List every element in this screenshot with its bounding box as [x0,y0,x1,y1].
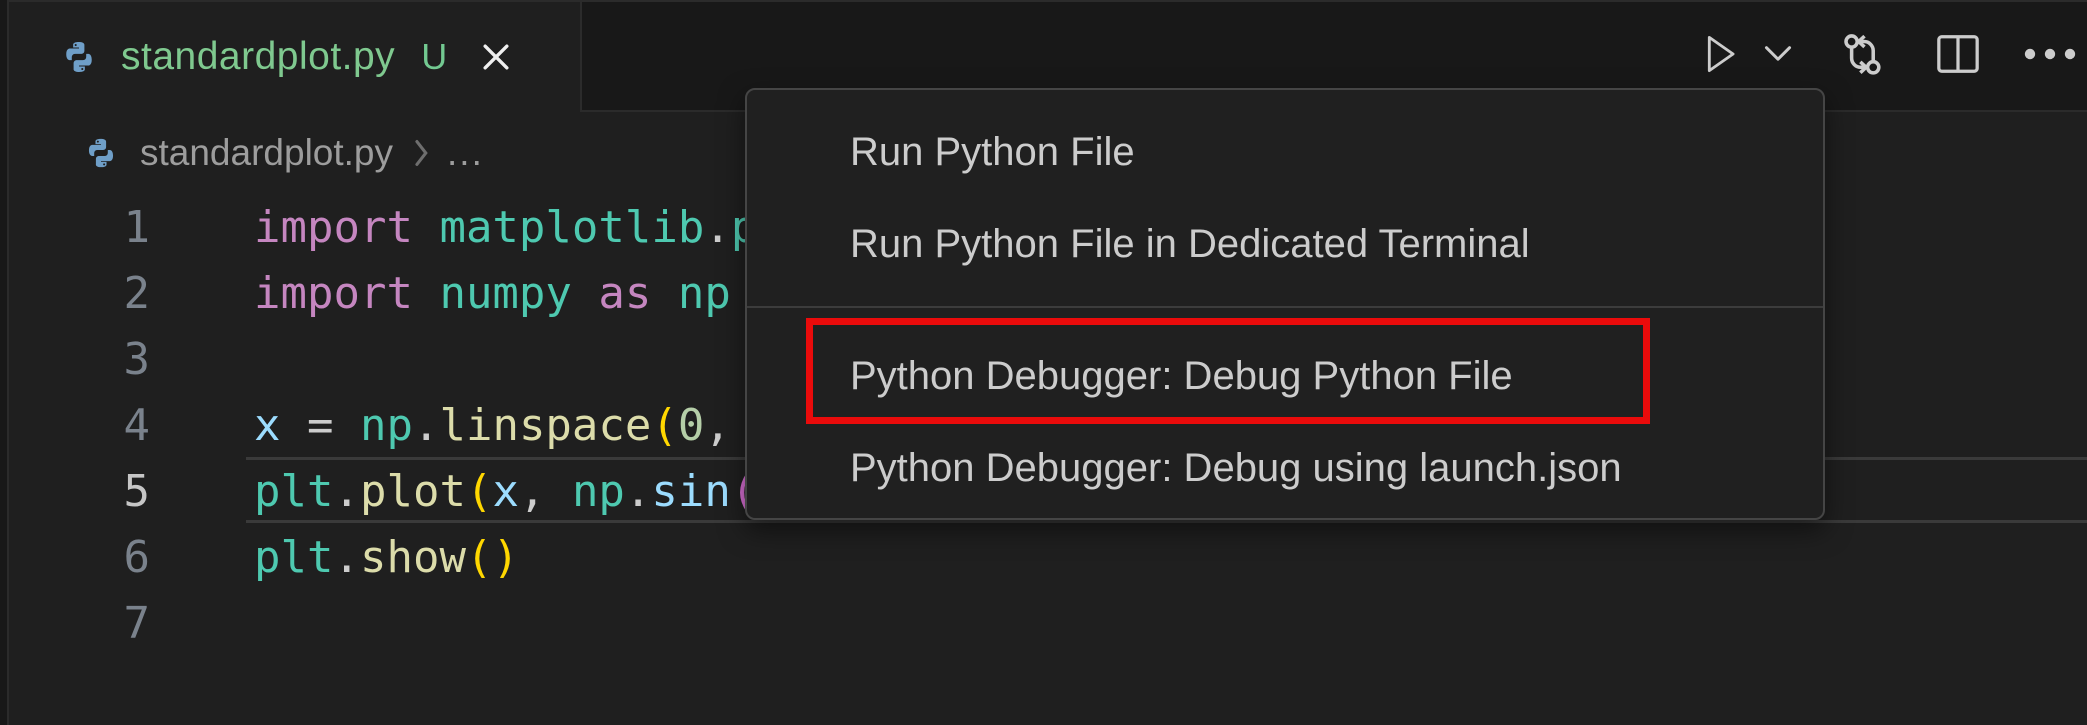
split-editor-icon[interactable] [1933,31,1983,77]
code-text [150,334,254,385]
menu-item-python-debugger-debug-using-launch-json[interactable]: Python Debugger: Debug using launch.json [747,422,1823,514]
code-line-7[interactable]: 7 [0,591,2087,657]
code-text: import numpy as np [150,268,731,319]
line-number[interactable]: 3 [0,327,150,393]
line-number[interactable]: 5 [0,459,150,525]
code-text: x = np.linspace(0, [150,400,731,451]
code-text [150,598,254,649]
line-number[interactable]: 2 [0,261,150,327]
menu-item-run-python-file[interactable]: Run Python File [747,106,1823,198]
open-changes-icon[interactable] [1837,27,1887,81]
code-text: plt.show() [150,532,519,583]
line-number[interactable]: 7 [0,591,150,657]
more-actions-icon[interactable] [2023,47,2077,61]
line-number[interactable]: 6 [0,525,150,591]
line-number[interactable]: 1 [0,195,150,261]
menu-item-run-python-file-in-dedicated-terminal[interactable]: Run Python File in Dedicated Terminal [747,198,1823,290]
code-line-6[interactable]: 6plt.show() [0,525,2087,591]
vscode-editor-window: standardplot.py U [0,0,2087,725]
run-options-dropdown-menu: Run Python FileRun Python File in Dedica… [745,88,1825,520]
run-python-file-icon[interactable] [1701,32,1739,76]
menu-item-python-debugger-debug-python-file[interactable]: Python Debugger: Debug Python File [747,330,1823,422]
code-text: plt.plot(x, np.sin( [150,466,757,517]
code-text: import matplotlib.p [150,202,757,253]
line-number[interactable]: 4 [0,393,150,459]
menu-divider [747,306,1823,308]
run-dropdown-chevron-icon[interactable] [1763,44,1793,64]
